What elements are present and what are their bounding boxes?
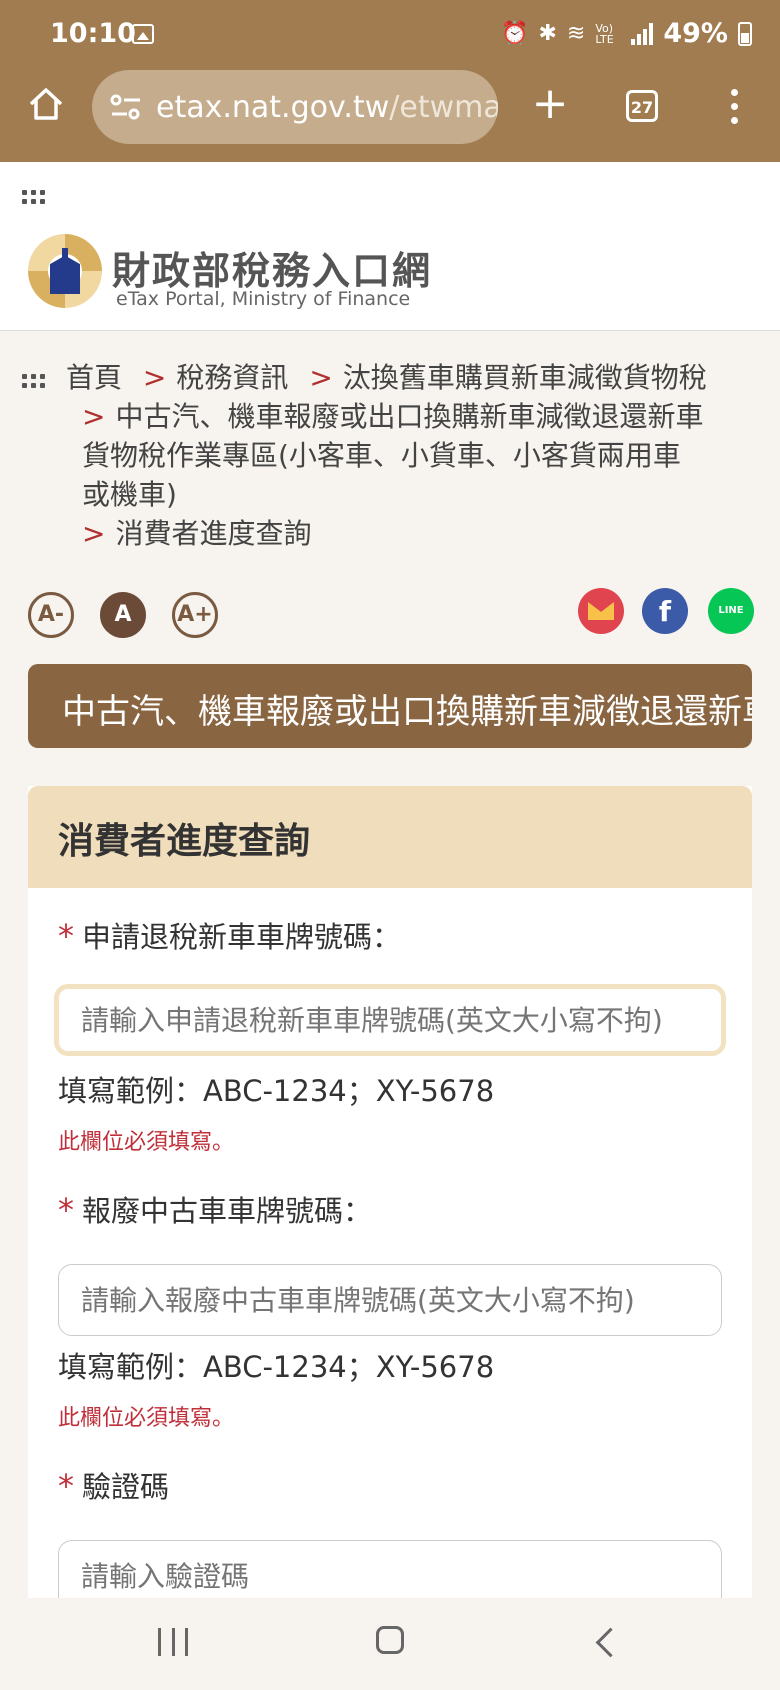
bluetooth-icon: ✱ (538, 21, 557, 46)
signal-icon (631, 22, 654, 45)
query-form-card: 消費者進度查詢 *申請退稅新車車牌號碼： 填寫範例：ABC-1234；XY-56… (28, 786, 752, 1690)
share-line-icon[interactable]: LINE (708, 588, 754, 634)
breadcrumb: 首頁 > 稅務資訊 > 汰換舊車購買新車減徵貨物稅 > 中古汽、機車報廢或出口換購新車… (20, 358, 760, 553)
status-time: 10:10 (50, 18, 136, 49)
breadcrumb-home[interactable]: 首頁 (66, 361, 122, 394)
network-type-label: Vo) LTE (595, 21, 614, 46)
ministry-logo[interactable] (28, 234, 102, 308)
breadcrumb-current: 消費者進度查詢 (115, 517, 312, 550)
new-plate-example: 填寫範例：ABC-1234；XY-5678 (58, 1074, 495, 1108)
wifi-icon: ≋ (566, 21, 586, 46)
accesskey-dots-icon (22, 374, 45, 388)
share-email-icon[interactable] (578, 588, 624, 634)
url-path: /etwmai (389, 89, 498, 125)
old-plate-error: 此欄位必須填寫。 (58, 1406, 235, 1431)
site-subtitle: eTax Portal, Ministry of Finance (116, 288, 411, 310)
system-home-button[interactable] (376, 1626, 404, 1654)
accesskey-dots-icon[interactable] (22, 190, 45, 204)
font-size-large-button[interactable]: A+ (172, 592, 218, 638)
share-facebook-icon[interactable]: f (642, 588, 688, 634)
status-bar: 10:10 ⏰ ✱ ≋ Vo) LTE 49% (0, 0, 780, 70)
url-bar[interactable]: etax.nat.gov.tw/etwmai (92, 70, 498, 144)
old-plate-label: * 報廢中古車車牌號碼： (58, 1191, 373, 1229)
required-mark: * (58, 1191, 74, 1229)
home-button[interactable] (26, 84, 66, 124)
old-plate-input[interactable] (58, 1264, 722, 1336)
tab-switcher-button[interactable]: 27 (626, 90, 658, 122)
new-tab-button[interactable]: + (530, 82, 570, 126)
required-mark: * (58, 917, 74, 955)
battery-icon (738, 21, 752, 46)
system-nav-bar (0, 1598, 780, 1690)
home-icon (29, 88, 63, 120)
banner-title: 中古汽、機車報廢或出口換購新車減徵退還新車 (62, 692, 752, 732)
battery-percent: 49% (663, 18, 728, 49)
browser-menu-button[interactable] (724, 86, 744, 126)
plus-icon: + (531, 78, 569, 129)
image-notification-icon (132, 24, 154, 44)
breadcrumb-car-replacement[interactable]: 汰換舊車購買新車減徵貨物稅 (343, 361, 707, 394)
url-text: etax.nat.gov.tw/etwmai (156, 90, 498, 125)
site-settings-icon[interactable] (110, 93, 142, 121)
site-header: 財政部稅務入口網 eTax Portal, Ministry of Financ… (0, 162, 780, 331)
new-plate-input[interactable] (54, 984, 726, 1056)
alarm-icon: ⏰ (501, 21, 529, 46)
captcha-label: * 驗證碼 (58, 1467, 170, 1505)
old-plate-example: 填寫範例：ABC-1234；XY-5678 (58, 1350, 495, 1384)
back-button[interactable] (595, 1627, 626, 1658)
new-plate-error: 此欄位必須填寫。 (58, 1130, 235, 1155)
url-host: etax.nat.gov.tw (156, 89, 390, 125)
form-heading: 消費者進度查詢 (58, 821, 311, 862)
site-title[interactable]: 財政部稅務入口網 (112, 240, 432, 295)
form-heading-bar: 消費者進度查詢 (28, 786, 752, 888)
new-plate-label: * 申請退稅新車車牌號碼： (58, 917, 402, 955)
page-banner: 中古汽、機車報廢或出口換購新車減徵退還新車 (28, 664, 752, 748)
font-size-small-button[interactable]: A- (28, 592, 74, 638)
required-mark: * (58, 1467, 74, 1505)
browser-chrome: 10:10 ⏰ ✱ ≋ Vo) LTE 49% etax.nat.gov.tw/… (0, 0, 780, 162)
status-icons: ⏰ ✱ ≋ Vo) LTE 49% (501, 18, 752, 49)
breadcrumb-tax-info[interactable]: 稅務資訊 (176, 361, 288, 394)
breadcrumb-special-zone[interactable]: > 中古汽、機車報廢或出口換購新車減徵退還新車 貨物稅作業專區(小客車、小貨車、小… (20, 397, 760, 514)
recent-apps-button[interactable] (158, 1628, 188, 1656)
font-size-normal-button[interactable]: A (100, 592, 146, 638)
